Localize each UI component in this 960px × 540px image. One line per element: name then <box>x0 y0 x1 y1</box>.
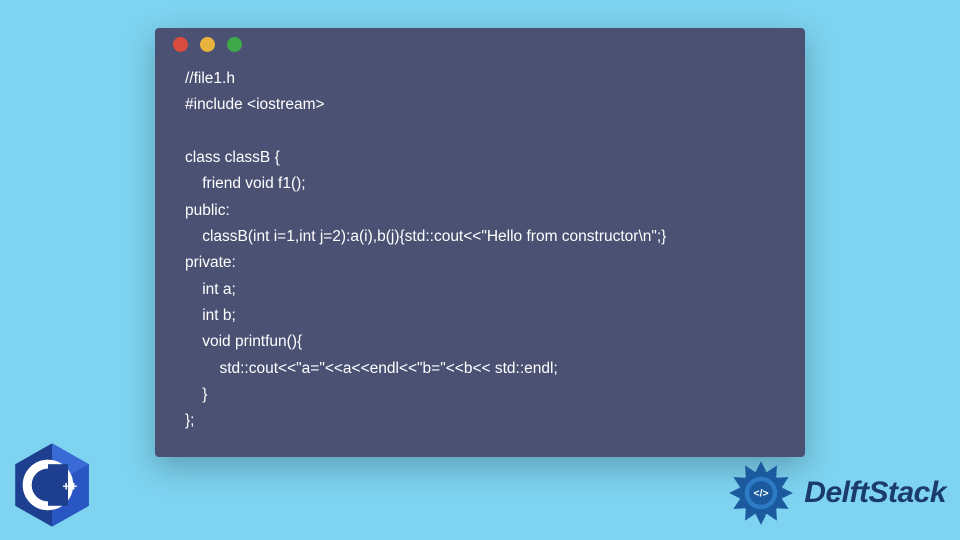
minimize-icon[interactable] <box>200 37 215 52</box>
cpp-logo-icon: ++ <box>12 440 92 530</box>
code-block: //file1.h #include <iostream> class clas… <box>155 60 805 457</box>
window-titlebar <box>155 28 805 60</box>
brand-name: DelftStack <box>804 476 946 510</box>
svg-text:++: ++ <box>62 479 77 494</box>
maximize-icon[interactable] <box>227 37 242 52</box>
close-icon[interactable] <box>173 37 188 52</box>
delftstack-logo: </> DelftStack <box>724 456 946 530</box>
code-window: //file1.h #include <iostream> class clas… <box>155 28 805 457</box>
svg-text:</>: </> <box>754 489 769 500</box>
gear-icon: </> <box>724 456 798 530</box>
